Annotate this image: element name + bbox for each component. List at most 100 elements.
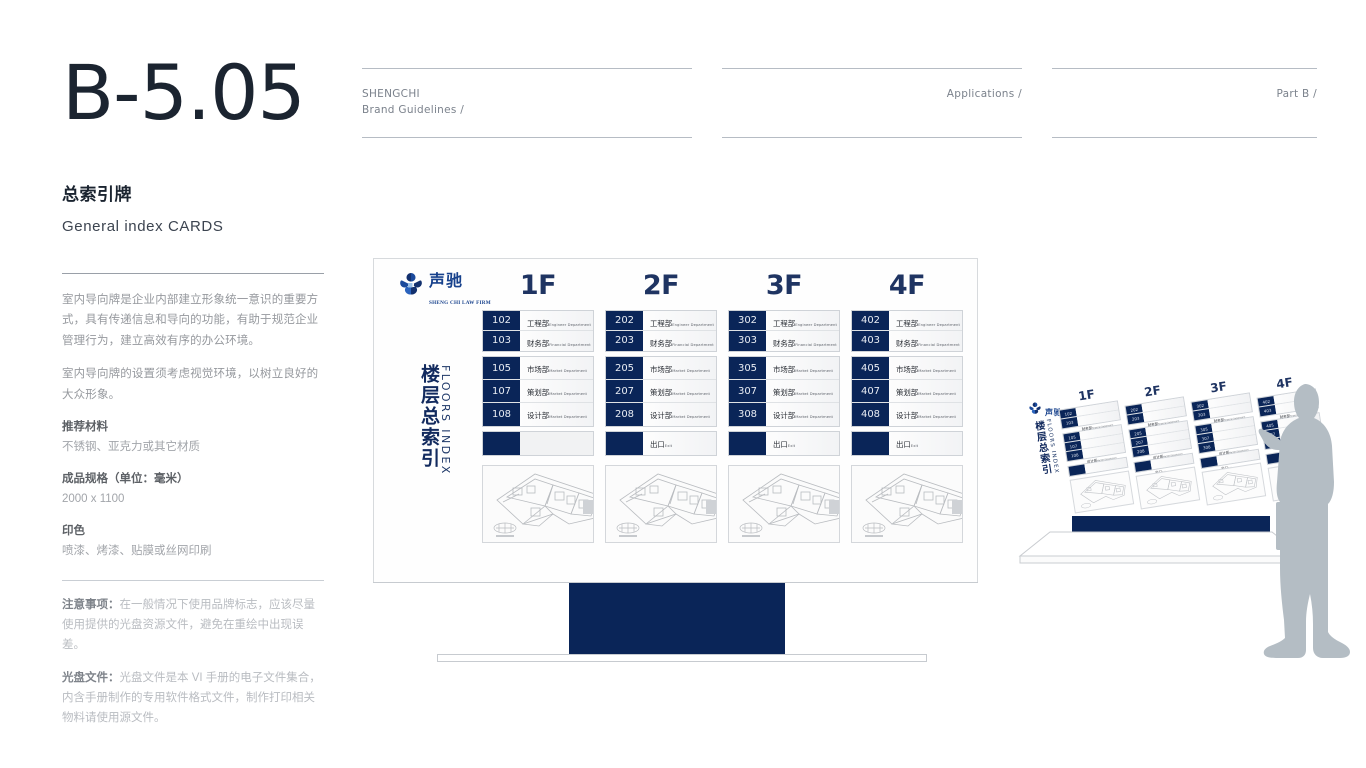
- exit-row: 出口Exit: [729, 432, 839, 455]
- room-number: 108: [483, 403, 520, 426]
- room-row: 107 策划部Market Department: [483, 380, 593, 403]
- sidebar-divider-top: [62, 272, 324, 274]
- room-group-exit-1f: [482, 431, 594, 456]
- section-title-en: General index CARDS: [62, 217, 224, 235]
- room-name-cn: 市场部: [896, 365, 919, 374]
- vertical-label-cn: 楼层总索引: [417, 364, 439, 469]
- room-name-en: Market Department: [672, 415, 711, 419]
- floor-heading-3f: 3F: [765, 270, 803, 301]
- floor-columns: 1F 102 工程部Engineer Department 103 财务部Fin…: [480, 272, 963, 570]
- exit-label-cn: 出口: [650, 440, 665, 449]
- floor-plan-thumbnail: [851, 465, 963, 543]
- room-name-en: Market Department: [918, 392, 957, 396]
- sign-pedestal-base: [569, 583, 785, 655]
- spec-print-value: 喷漆、烤漆、贴膜或丝网印刷: [62, 544, 212, 557]
- room-number: 207: [606, 380, 643, 402]
- room-name-cn: 工程部: [773, 319, 796, 328]
- room-name-en: Engineer Department: [795, 323, 837, 327]
- room-name-en: Market Department: [918, 415, 957, 419]
- room-number: 305: [729, 357, 766, 379]
- room-name-en: Market Department: [549, 415, 588, 419]
- spec-print: 印色 喷漆、烤漆、贴膜或丝网印刷: [62, 522, 324, 561]
- room-group-a-1f: 102 工程部Engineer Department 103 财务部Financ…: [482, 310, 594, 352]
- floor-column-1f: 1F 102 工程部Engineer Department 103 财务部Fin…: [482, 272, 594, 570]
- mockup-floor-plan: [1069, 470, 1135, 514]
- room-number: 307: [729, 380, 766, 402]
- room-name-en: Market Department: [918, 369, 957, 373]
- logo-text-cn: 声驰: [429, 271, 464, 290]
- room-name-en: Financial Department: [918, 343, 960, 347]
- room-number: 403: [852, 331, 889, 351]
- exit-label-cn: 出口: [773, 440, 788, 449]
- mockup-room-number: 308: [1198, 441, 1216, 454]
- room-row: 405 市场部Market Department: [852, 357, 962, 380]
- room-name-en: Market Department: [795, 392, 834, 396]
- room-row: 302 工程部Engineer Department: [729, 311, 839, 331]
- floor-column-4f: 4F 402 工程部Engineer Department 403 财务部Fin…: [851, 272, 963, 570]
- exit-number: [483, 432, 520, 455]
- brand-guideline-page: B-5.05 总索引牌 General index CARDS 室内导向牌是企业…: [0, 0, 1366, 768]
- room-name-cn: 财务部: [650, 339, 673, 348]
- note-disc-file: 光盘文件：光盘文件是本 VI 手册的电子文件集合，内含手册制作的专用软件格式文件…: [62, 668, 324, 728]
- room-name-en: Financial Department: [795, 343, 837, 347]
- room-name-cn: 市场部: [527, 365, 550, 374]
- room-group-b-1f: 105 市场部Market Department 107 策划部Market D…: [482, 356, 594, 427]
- mockup-room-group-a: 202工程部Engineer Department 203财务部Financia…: [1124, 396, 1187, 427]
- room-row: 108 设计部Market Department: [483, 403, 593, 426]
- note-caution-label: 注意事项：: [62, 598, 120, 611]
- room-name-cn: 策划部: [896, 388, 919, 397]
- room-row: 307 策划部Market Department: [729, 380, 839, 403]
- spec-size: 成品规格（单位：毫米） 2000 x 1100: [62, 470, 324, 509]
- room-number: 402: [852, 311, 889, 330]
- room-number: 102: [483, 311, 520, 330]
- room-name-cn: 财务部: [896, 339, 919, 348]
- room-row: 403 财务部Financial Department: [852, 331, 962, 351]
- mockup-exit-number: [1068, 464, 1086, 476]
- room-name-en: Market Department: [795, 369, 834, 373]
- mockup-room-number: 103: [1061, 417, 1079, 429]
- exit-label-cn: 出口: [896, 440, 911, 449]
- header-brand-subtitle: Brand Guidelines /: [362, 103, 465, 116]
- spec-material-value: 不锈钢、亚克力或其它材质: [62, 440, 200, 453]
- main-sign-mockup: 声驰 SHENG CHI LAW FIRM 楼层总索引 FLOORS INDEX…: [373, 258, 978, 583]
- room-name-en: Engineer Department: [549, 323, 591, 327]
- header-rule-bottom-1: [362, 137, 692, 138]
- mockup-room-group-b: 105市场部Market Department 107策划部Market Dep…: [1062, 424, 1127, 464]
- exit-label-en: Exit: [910, 444, 919, 448]
- exit-number: [606, 432, 643, 455]
- room-name-cn: 市场部: [773, 365, 796, 374]
- sign-board: 声驰 SHENG CHI LAW FIRM 楼层总索引 FLOORS INDEX…: [373, 258, 978, 583]
- room-number: 303: [729, 331, 766, 351]
- room-row: 408 设计部Market Department: [852, 403, 962, 426]
- header-part-label: Part B /: [1276, 88, 1317, 100]
- room-number: 407: [852, 380, 889, 402]
- room-row: 202 工程部Engineer Department: [606, 311, 716, 331]
- spec-print-label: 印色: [62, 525, 85, 538]
- floor-column-3f: 3F 302 工程部Engineer Department 303 财务部Fin…: [728, 272, 840, 570]
- mockup-floor-column-3f: 3F 302工程部Engineer Department 303财务部Finan…: [1188, 377, 1267, 506]
- room-name-en: Financial Department: [672, 343, 714, 347]
- room-name-cn: 设计部: [650, 411, 673, 420]
- floor-plan-thumbnail: [728, 465, 840, 543]
- header-brand-column: SHENGCHI Brand Guidelines /: [362, 68, 692, 138]
- floor-heading-2f: 2F: [642, 270, 680, 301]
- room-number: 202: [606, 311, 643, 330]
- floor-heading-1f: 1F: [519, 270, 557, 301]
- room-number: 308: [729, 403, 766, 426]
- vertical-index-label: 楼层总索引 FLOORS INDEX: [418, 364, 452, 476]
- mockup-exit-number: [1200, 456, 1218, 468]
- shengchi-logo-icon: [1028, 402, 1042, 415]
- room-group-a-3f: 302 工程部Engineer Department 303 财务部Financ…: [728, 310, 840, 352]
- mockup-vertical-label: 楼层总索引 FLOORS INDEX: [1030, 419, 1059, 477]
- room-name-en: Market Department: [549, 369, 588, 373]
- room-group-b-3f: 305 市场部Market Department 307 策划部Market D…: [728, 356, 840, 427]
- header-brand-name: SHENGCHI: [362, 88, 420, 100]
- room-name-cn: 策划部: [773, 388, 796, 397]
- mockup-exit-number: [1134, 460, 1152, 472]
- room-number: 105: [483, 357, 520, 379]
- room-row: 207 策划部Market Department: [606, 380, 716, 403]
- room-name-en: Market Department: [672, 392, 711, 396]
- mockup-floor-column-2f: 2F 202工程部Engineer Department 203财务部Finan…: [1122, 381, 1201, 510]
- room-group-exit-4f: 出口Exit: [851, 431, 963, 456]
- room-group-exit-2f: 出口Exit: [605, 431, 717, 456]
